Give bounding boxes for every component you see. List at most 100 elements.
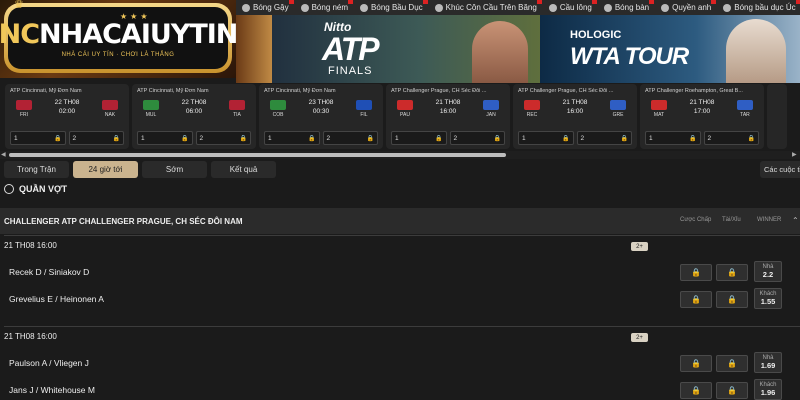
over-under-locked-button[interactable]: 🔒 [716,264,748,281]
odd-away-button[interactable]: 2 🔒 [195,131,251,145]
nav-item-label: Bóng Gậy [253,3,289,12]
ice-hockey-icon [434,3,443,12]
collapse-icon[interactable]: ⌃ [792,216,799,225]
winner-home-button[interactable]: Nhà 1.69 [754,352,782,373]
match-card[interactable]: ATP Challenger Prague, CH Séc Đôi ... PAU… [386,84,510,149]
match-card[interactable]: ATP Challenger Roehampton, Great B... MAT… [640,84,764,149]
card-league: ATP Challenger Prague, CH Séc Đôi ... [518,88,614,94]
card-date: 21 TH08 [562,99,588,106]
featured-match-cards: ATP Cincinnati, Mỹ Đơn Nam FRI 22 TH08 02:0… [0,84,800,149]
scroll-left-icon[interactable]: ◀ [1,151,6,158]
odd-away-button[interactable]: 2 🔒 [322,131,378,145]
nav-item[interactable]: Bóng bầu dục Úc [717,0,800,15]
nav-item[interactable]: Quyền anh [655,0,717,15]
handicap-locked-button[interactable]: 🔒 [680,291,712,308]
card-league: ATP Challenger Roehampton, Great B... [645,88,743,94]
tab-more[interactable]: Các cuộc tỉ [760,161,800,178]
site-logo[interactable]: NCNHACAIUYTIN NHÀ CÁI UY TÍN · CHƠI LÀ T… [0,0,236,78]
banner-left-image[interactable] [236,15,272,83]
away-abbr: TAR [740,112,750,118]
tab-1[interactable]: 24 giờ tới [73,161,138,178]
nav-item[interactable]: Bóng Gậy [236,0,295,15]
handicap-locked-button[interactable]: 🔒 [680,264,712,281]
odd-home-label: 1 [14,134,18,142]
winner-away-button[interactable]: Khách 1.96 [754,379,782,400]
match-card-partial[interactable] [767,84,787,149]
odd-away-button[interactable]: 2 🔒 [576,131,632,145]
tab-3[interactable]: Kết quả [211,161,276,178]
nav-item-label: Bóng bàn [614,3,650,12]
home-abbr: COB [272,112,284,118]
banner-atp-finals[interactable]: Nitto ATP FINALS [272,15,540,83]
more-markets-badge[interactable]: 2+ [631,242,648,251]
tab-0[interactable]: Trong Trận [4,161,69,178]
card-datetime: 21 TH08 16:00 [436,98,461,116]
hot-badge [795,0,800,4]
odd-home-button[interactable]: 1 🔒 [645,131,701,145]
winner-away-odd: 1.55 [760,297,776,306]
lock-icon: 🔒 [747,135,755,142]
handball-icon [300,3,309,12]
more-markets-badge[interactable]: 2+ [631,333,648,342]
odd-home-button[interactable]: 1 🔒 [518,131,574,145]
match-card[interactable]: ATP Cincinnati, Mỹ Đơn Nam FRI 22 TH08 02:0… [5,84,129,149]
away-player: Grevelius E / Heinonen A [9,294,104,304]
odd-away-button[interactable]: 2 🔒 [68,131,124,145]
card-home-team: REC [518,100,546,118]
odd-home-button[interactable]: 1 🔒 [10,131,66,145]
aussie-rules-icon [723,3,732,12]
card-time: 06:00 [185,108,203,115]
cards-scrollbar[interactable]: ◀ ▶ [0,151,800,159]
odd-home-button[interactable]: 1 🔒 [137,131,193,145]
time-filter-tabs: Trong Trận 24 giờ tới Sớm Kết quả [4,161,276,178]
banner-wta-brand: HOLOGIC [570,29,622,41]
away-abbr: NAK [104,112,116,118]
badminton-icon [548,3,557,12]
nav-item[interactable]: Khúc Côn Cầu Trên Băng [429,0,543,15]
banner-atp-subtitle: FINALS [328,65,373,77]
match-card[interactable]: ATP Challenger Prague, CH Séc Đôi ... REC… [513,84,637,149]
card-away-team: JAN [477,100,505,118]
card-away-team: FIL [350,100,378,118]
card-date: 22 TH08 [181,99,207,106]
scrollbar-thumb[interactable] [9,153,506,157]
odd-home-label: 1 [141,134,145,142]
nav-item[interactable]: Cầu lông [543,0,598,15]
odd-home-button[interactable]: 1 🔒 [391,131,447,145]
banner-wta-tour[interactable]: HOLOGIC WTA TOUR [540,15,800,83]
odd-away-label: 2 [199,134,204,142]
nav-item-label: Khúc Côn Cầu Trên Băng [445,3,537,12]
nav-item[interactable]: Bóng Bầu Dục [354,0,429,15]
over-under-locked-button[interactable]: 🔒 [716,355,748,372]
handicap-locked-button[interactable]: 🔒 [680,382,712,399]
card-datetime: 22 TH08 06:00 [182,98,207,116]
winner-away-button[interactable]: Khách 1.55 [754,288,782,309]
card-away-team: TAR [731,100,759,118]
banner-atp-player-image [472,21,528,83]
card-league: ATP Cincinnati, Mỹ Đơn Nam [137,88,209,94]
card-league: ATP Cincinnati, Mỹ Đơn Nam [10,88,82,94]
odd-home-button[interactable]: 1 🔒 [264,131,320,145]
over-under-locked-button[interactable]: 🔒 [716,291,748,308]
winner-home-button[interactable]: Nhà 2.2 [754,261,782,282]
handicap-locked-button[interactable]: 🔒 [680,355,712,372]
scroll-right-icon[interactable]: ▶ [792,151,797,158]
match-divider [4,235,800,236]
nav-item[interactable]: Bóng bàn [598,0,655,15]
card-time: 02:00 [58,108,76,115]
nav-item[interactable]: Bóng ném [295,0,354,15]
match-card[interactable]: ATP Cincinnati, Mỹ Đơn Nam MUL 22 TH08 06:0… [132,84,256,149]
match-card[interactable]: ATP Cincinnati, Mỹ Đơn Nam COB 23 TH08 00:3… [259,84,383,149]
lock-icon: 🔒 [691,386,701,395]
hot-badge [649,0,655,4]
home-abbr: MAT [653,112,665,118]
logo-frame: NCNHACAIUYTIN NHÀ CÁI UY TÍN · CHƠI LÀ T… [0,3,236,73]
odd-away-button[interactable]: 2 🔒 [449,131,505,145]
card-home-team: MUL [137,100,165,118]
lock-icon: 🔒 [691,359,701,368]
tab-2[interactable]: Sớm [142,161,207,178]
over-under-locked-button[interactable]: 🔒 [716,382,748,399]
odd-away-button[interactable]: 2 🔒 [703,131,759,145]
lock-icon: 🔒 [691,295,701,304]
hot-badge [711,0,717,4]
